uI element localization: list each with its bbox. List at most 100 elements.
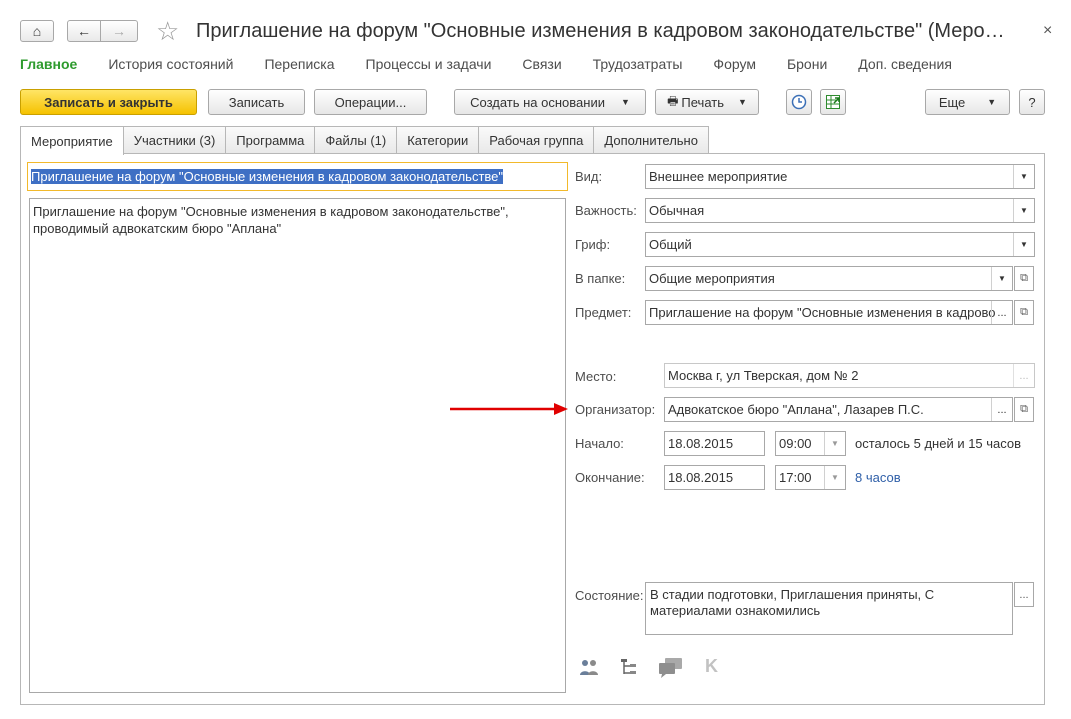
importance-value: Обычная [649,203,705,218]
back-button[interactable]: ← [67,20,101,42]
organizer-input[interactable]: Адвокатское бюро "Аплана", Лазарев П.С. … [664,397,1013,422]
place-input[interactable]: Москва г, ул Тверская, дом № 2 ... [664,363,1035,388]
section-forum[interactable]: Форум [713,56,756,72]
open-window-icon: ⧉ [1020,272,1028,284]
start-remaining-text: осталось 5 дней и 15 часов [855,436,1022,451]
chevron-down-icon[interactable]: ▼ [991,267,1012,290]
end-time-select[interactable]: 17:00 ▼ [775,465,846,490]
event-description-textarea[interactable]: Приглашение на форум "Основные изменения… [29,198,566,693]
chevron-down-icon[interactable]: ▼ [1013,233,1034,256]
chevron-down-icon[interactable]: ▼ [1013,199,1034,222]
folder-select[interactable]: Общие мероприятия ▼ [645,266,1013,291]
history-clock-button[interactable] [786,89,812,115]
printer-icon: 🖶 [667,93,679,108]
start-date-input[interactable]: 18.08.2015 [664,431,765,456]
state-label: Состояние: [575,588,644,603]
folder-open-button[interactable]: ⧉ [1014,266,1034,291]
hierarchy-icon[interactable] [620,657,640,682]
tab-workgroup[interactable]: Рабочая группа [478,126,595,153]
more-label: Еще [938,94,966,110]
tab-event[interactable]: Мероприятие [20,126,124,155]
section-bookings[interactable]: Брони [787,56,827,72]
end-label: Окончание: [575,470,645,485]
save-and-close-button[interactable]: Записать и закрыть [20,89,197,115]
tab-participants[interactable]: Участники (3) [122,126,227,153]
folder-label: В папке: [575,271,626,286]
save-and-close-label: Записать и закрыть [44,94,173,110]
section-processes[interactable]: Процессы и задачи [366,56,492,72]
participants-icon[interactable] [578,657,600,682]
save-label: Записать [228,94,285,110]
state-textarea[interactable]: В стадии подготовки, Приглашения приняты… [645,582,1013,635]
kind-value: Внешнее мероприятие [649,169,788,184]
select-ellipsis-icon[interactable]: ... [1013,364,1034,387]
home-icon: ⌂ [32,23,42,39]
section-extra-info[interactable]: Доп. сведения [858,56,952,72]
subject-value: Приглашение на форум "Основные изменения… [649,305,996,320]
folder-value: Общие мероприятия [649,271,775,286]
favorite-star-icon[interactable]: ☆ [156,16,179,47]
chevron-down-icon[interactable]: ▼ [824,432,845,455]
state-select-button[interactable]: ... [1014,582,1034,607]
chevron-down-icon[interactable]: ▼ [824,466,845,489]
help-button[interactable]: ? [1019,89,1045,115]
print-label: Печать [681,94,724,110]
forward-button[interactable]: → [100,20,138,42]
organizer-value: Адвокатское бюро "Аплана", Лазарев П.С. [668,402,924,417]
place-value: Москва г, ул Тверская, дом № 2 [668,368,859,383]
tab-program[interactable]: Программа [225,126,316,153]
end-date-value: 18.08.2015 [668,470,734,485]
event-description-text: Приглашение на форум "Основные изменения… [33,204,509,236]
subject-open-button[interactable]: ⧉ [1014,300,1034,325]
tab-files[interactable]: Файлы (1) [314,126,398,153]
forward-arrow-icon: → [112,23,126,39]
tab-bar: Мероприятие Участники (3) Программа Файл… [20,126,709,155]
end-date-input[interactable]: 18.08.2015 [664,465,765,490]
event-name-text: Приглашение на форум "Основные изменения… [31,169,504,184]
chevron-down-icon: ▼ [620,97,630,107]
window-title: Приглашение на форум "Основные изменения… [196,20,1005,42]
state-value: В стадии подготовки, Приглашения приняты… [650,587,935,618]
table-export-icon [826,95,840,109]
end-time-value: 17:00 [779,470,812,485]
grif-select[interactable]: Общий ▼ [645,232,1035,257]
select-ellipsis-icon[interactable]: ... [991,301,1012,324]
export-table-button[interactable] [820,89,846,115]
grif-label: Гриф: [575,237,611,252]
tab-additional[interactable]: Дополнительно [593,126,709,153]
operations-button[interactable]: Операции... [314,89,427,115]
tab-categories[interactable]: Категории [396,126,480,153]
select-ellipsis-icon[interactable]: ... [991,398,1012,421]
importance-label: Важность: [575,203,637,218]
help-label: ? [1028,94,1036,110]
home-button[interactable]: ⌂ [20,20,54,42]
organizer-open-button[interactable]: ⧉ [1014,397,1034,422]
discussion-icon[interactable] [658,657,684,684]
k-letter-icon[interactable]: K [705,656,718,677]
section-main[interactable]: Главное [20,56,77,72]
importance-select[interactable]: Обычная ▼ [645,198,1035,223]
start-date-value: 18.08.2015 [668,436,734,451]
red-pointer-arrow [450,403,568,415]
close-icon[interactable]: × [1043,22,1052,40]
section-history[interactable]: История состояний [108,56,233,72]
subject-input[interactable]: Приглашение на форум "Основные изменения… [645,300,1013,325]
duration-link[interactable]: 8 часов [855,470,901,485]
chevron-down-icon[interactable]: ▼ [1013,165,1034,188]
grif-value: Общий [649,237,692,252]
section-links[interactable]: Связи [522,56,561,72]
start-time-select[interactable]: 09:00 ▼ [775,431,846,456]
create-based-button[interactable]: Создать на основании ▼ [454,89,646,115]
event-name-input[interactable]: Приглашение на форум "Основные изменения… [27,162,568,191]
section-correspondence[interactable]: Переписка [264,56,334,72]
more-button[interactable]: Еще ▼ [925,89,1010,115]
kind-label: Вид: [575,169,603,184]
start-time-value: 09:00 [779,436,812,451]
kind-select[interactable]: Внешнее мероприятие ▼ [645,164,1035,189]
print-button[interactable]: 🖶 Печать ▼ [655,89,759,115]
operations-label: Операции... [334,94,407,110]
save-button[interactable]: Записать [208,89,305,115]
section-labor[interactable]: Трудозатраты [593,56,683,72]
section-bar: Главное История состояний Переписка Проц… [20,56,983,72]
chevron-down-icon: ▼ [987,97,997,107]
